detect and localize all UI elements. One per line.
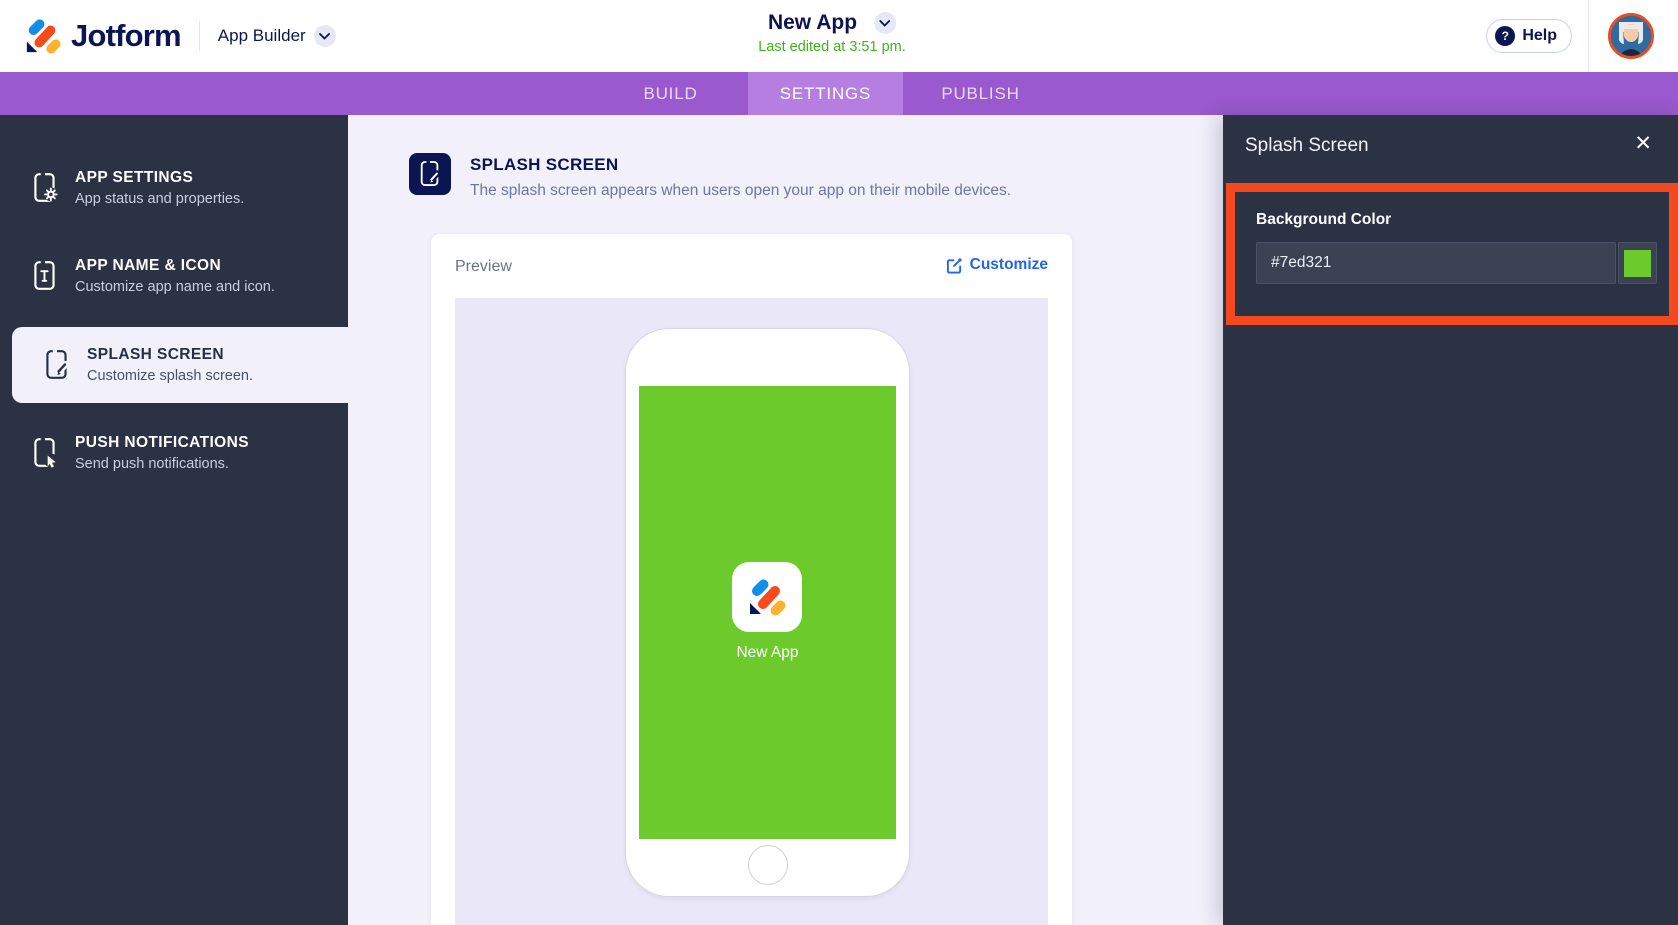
sidebar-item-title: SPLASH SCREEN (87, 346, 224, 363)
brand-group: Jotform App Builder (24, 0, 336, 72)
customize-label: Customize (969, 256, 1048, 273)
color-swatch-button[interactable] (1618, 242, 1657, 284)
background-color-label: Background Color (1256, 211, 1392, 228)
section-title: SPLASH SCREEN (470, 155, 619, 174)
tab-build[interactable]: BUILD (593, 72, 748, 115)
jotform-logo-icon (750, 579, 786, 616)
header-right-group: ? Help (1486, 0, 1678, 72)
sidebar-item-subtitle: Customize app name and icon. (75, 279, 275, 295)
sidebar-item-title: APP SETTINGS (75, 169, 194, 186)
background-color-highlight: Background Color (1226, 183, 1678, 325)
section-header: SPLASH SCREEN The splash screen appears … (409, 153, 1011, 200)
splash-screen-panel: Splash Screen ✕ Background Color (1223, 115, 1678, 925)
preview-card: Preview Customize New App (431, 234, 1072, 925)
color-swatch (1624, 249, 1651, 277)
sidebar-item-push-notifications[interactable]: PUSH NOTIFICATIONS Send push notificatio… (0, 415, 348, 491)
app-title-dropdown[interactable] (874, 12, 897, 34)
phone-edit-icon (46, 350, 69, 379)
jotform-logo-icon[interactable] (24, 17, 62, 55)
sidebar-item-app-name-icon[interactable]: APP NAME & ICON Customize app name and i… (0, 238, 348, 314)
sidebar-item-subtitle: Send push notifications. (75, 456, 229, 472)
main-content: SPLASH SCREEN The splash screen appears … (348, 115, 1223, 925)
splash-preview-area: New App (455, 298, 1048, 925)
settings-sidebar: APP SETTINGS App status and properties. … (0, 115, 348, 925)
product-dropdown[interactable] (313, 25, 336, 47)
background-color-input[interactable] (1256, 242, 1616, 284)
sidebar-item-app-settings[interactable]: APP SETTINGS App status and properties. (0, 150, 348, 226)
phone-push-icon (34, 438, 58, 468)
user-avatar[interactable] (1608, 13, 1654, 59)
app-builder-window: Jotform App Builder New App Last edited … (0, 0, 1678, 925)
customize-button[interactable]: Customize (946, 256, 1048, 274)
header-divider (1588, 0, 1589, 72)
section-description: The splash screen appears when users ope… (470, 182, 1012, 199)
background-color-row (1256, 242, 1657, 284)
sidebar-item-subtitle: App status and properties. (75, 191, 245, 207)
tab-settings[interactable]: SETTINGS (748, 72, 903, 115)
sidebar-item-title: APP NAME & ICON (75, 257, 222, 274)
preview-label: Preview (455, 258, 512, 275)
home-button (748, 845, 788, 885)
tab-publish[interactable]: PUBLISH (903, 72, 1058, 115)
phone-mockup: New App (625, 328, 910, 897)
app-title[interactable]: New App (768, 11, 857, 35)
chevron-down-icon (879, 19, 891, 27)
app-name-label: New App (736, 644, 799, 661)
brand-wordmark[interactable]: Jotform (71, 18, 182, 54)
sidebar-item-splash-screen[interactable]: SPLASH SCREEN Customize splash screen. (12, 327, 348, 403)
splash-screen-preview: New App (639, 386, 896, 839)
app-icon (732, 562, 802, 632)
phone-gear-icon (34, 173, 58, 202)
edit-icon (946, 257, 962, 274)
close-icon[interactable]: ✕ (1634, 133, 1652, 154)
avatar-illustration (1611, 16, 1651, 56)
question-icon: ? (1495, 26, 1516, 46)
top-header: Jotform App Builder New App Last edited … (0, 0, 1678, 72)
builder-navbar: BUILD SETTINGS PUBLISH (0, 72, 1678, 115)
sidebar-item-subtitle: Customize splash screen. (87, 368, 254, 384)
preview-card-header: Preview Customize (431, 234, 1072, 298)
panel-title: Splash Screen (1245, 135, 1369, 156)
header-divider (198, 21, 200, 51)
builder-tabs: BUILD SETTINGS PUBLISH (593, 72, 1058, 115)
phone-edit-tile-icon (409, 153, 451, 195)
chevron-down-icon (319, 32, 331, 40)
phone-text-icon (34, 261, 55, 290)
app-title-group: New App Last edited at 3:51 pm. (758, 11, 906, 55)
last-edited-status: Last edited at 3:51 pm. (758, 39, 906, 55)
product-name[interactable]: App Builder (218, 26, 306, 46)
help-button[interactable]: ? Help (1486, 19, 1572, 53)
sidebar-item-title: PUSH NOTIFICATIONS (75, 434, 249, 451)
